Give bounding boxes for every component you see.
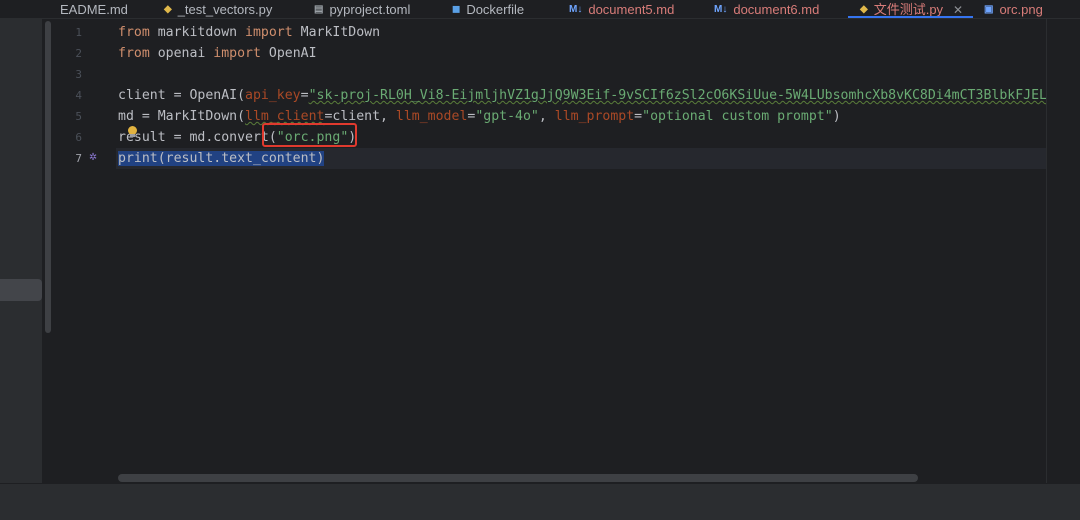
line-number: 2 — [75, 47, 82, 60]
code-line-1: from markitdown import MarkItDown — [118, 25, 381, 40]
line-number: 3 — [75, 68, 82, 81]
line-number: 6 — [75, 131, 82, 144]
tab-test-vectors[interactable]: ◆ _test_vectors.py — [164, 0, 272, 18]
tab-file-test[interactable]: ◆ 文件测试.py ✕ — [847, 0, 974, 18]
line-number: 4 — [75, 89, 82, 102]
python-file-icon: ◆ — [164, 4, 172, 15]
horizontal-scrollbar[interactable] — [118, 474, 918, 482]
code-line-5: md = MarkItDown(llm_client=client, llm_m… — [118, 109, 841, 124]
tab-readme[interactable]: EADME.md — [60, 0, 128, 18]
right-margin-guide — [1046, 19, 1047, 483]
editor-tab-bar: EADME.md ◆ _test_vectors.py ▤ pyproject.… — [0, 0, 1080, 19]
highlight-annotation-box — [262, 123, 357, 147]
ai-assistant-icon[interactable]: ✲ — [86, 150, 100, 164]
code-line-4: client = OpenAI(api_key="sk-proj-RL0H_Vi… — [118, 88, 1046, 103]
project-scrollbar[interactable] — [42, 19, 54, 483]
code-line-7: print(result.text_content) — [116, 148, 325, 169]
docker-icon: ◼ — [452, 4, 461, 15]
tab-pyproject[interactable]: ▤ pyproject.toml — [314, 0, 410, 18]
markdown-icon: M↓ — [714, 4, 728, 15]
toml-file-icon: ▤ — [314, 4, 324, 15]
project-tool-window — [0, 19, 42, 483]
line-number-gutter: 1 2 3 4 5 6 7 — [54, 19, 116, 483]
image-file-icon: ▣ — [984, 4, 994, 15]
selected-tree-item[interactable] — [0, 279, 42, 301]
current-line-number: 7 — [75, 152, 82, 165]
intention-bulb-icon[interactable] — [128, 126, 137, 137]
line-number: 5 — [75, 110, 82, 123]
line-number: 1 — [75, 26, 82, 39]
close-tab-icon[interactable]: ✕ — [953, 2, 963, 18]
code-line-2: from openai import OpenAI — [118, 46, 317, 61]
bottom-status-bar — [0, 483, 1080, 520]
tab-document5[interactable]: M↓ document5.md — [569, 0, 674, 18]
tab-dockerfile[interactable]: ◼ Dockerfile — [452, 0, 524, 18]
python-file-icon: ◆ — [860, 4, 868, 15]
code-editor[interactable]: from markitdown import MarkItDown from o… — [116, 19, 1046, 483]
selected-text: print(result.text_content) — [118, 151, 325, 166]
markdown-icon: M↓ — [569, 4, 583, 15]
tab-document6[interactable]: M↓ document6.md — [714, 0, 819, 18]
tab-orc-png[interactable]: ▣ orc.png — [984, 0, 1043, 18]
scrollbar-thumb[interactable] — [45, 21, 51, 333]
